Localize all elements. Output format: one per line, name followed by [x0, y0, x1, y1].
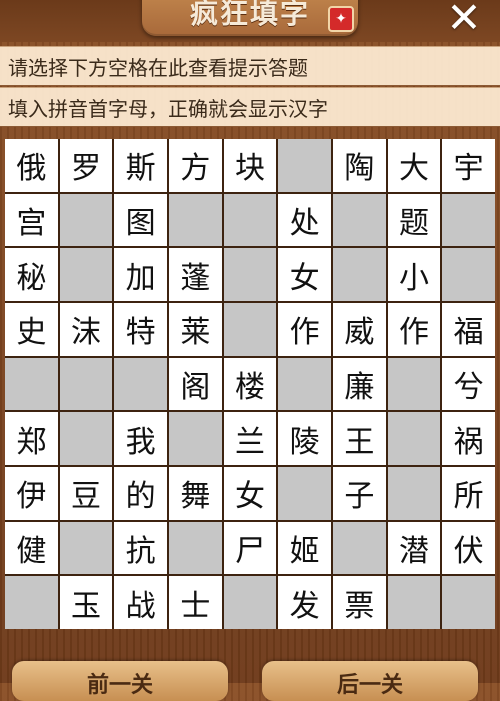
grid-cell[interactable]: 斯 [114, 139, 167, 192]
grid-cell-empty[interactable] [278, 357, 331, 411]
grid-cell-empty[interactable] [333, 521, 386, 575]
game-title: 疯狂填字 [189, 0, 310, 30]
next-level-label: 后一关 [336, 673, 403, 698]
grid-cell-empty[interactable] [169, 412, 222, 465]
grid-cell[interactable]: 女 [278, 248, 331, 301]
grid-cell-empty[interactable] [387, 412, 441, 465]
grid-cell[interactable]: 尸 [223, 521, 277, 575]
grid-cell-empty[interactable] [223, 193, 277, 247]
grid-cell[interactable]: 小 [387, 248, 441, 301]
grid-cell[interactable]: 姬 [278, 521, 331, 575]
grid-cell[interactable]: 廉 [333, 357, 386, 411]
grid-cell[interactable]: 战 [114, 576, 167, 629]
grid-cell[interactable]: 图 [114, 193, 167, 247]
grid-cell[interactable]: 阁 [169, 357, 222, 411]
grid-cell[interactable]: 块 [223, 139, 277, 192]
grid-cell[interactable]: 题 [387, 193, 441, 247]
grid-cell[interactable]: 健 [5, 521, 58, 575]
grid-cell[interactable]: 票 [333, 576, 386, 629]
grid-cell-empty[interactable] [387, 576, 441, 629]
grid-cell[interactable]: 王 [333, 412, 386, 465]
grid-cell[interactable]: 方 [169, 139, 222, 192]
grid-cell[interactable]: 沫 [59, 303, 113, 356]
grid-cell[interactable]: 伊 [5, 467, 58, 520]
grid-cell[interactable]: 宫 [5, 193, 58, 247]
title-plate: 疯狂填字 ✦ [142, 0, 358, 36]
grid-cell[interactable]: 舞 [169, 467, 222, 520]
grid-cell[interactable]: 兰 [223, 412, 277, 465]
grid-cell[interactable]: 郑 [5, 412, 58, 465]
grid-cell[interactable]: 我 [114, 412, 167, 465]
grid-cell-empty[interactable] [278, 467, 331, 520]
grid-cell-empty[interactable] [59, 357, 113, 411]
grid-cell[interactable]: 蓬 [169, 248, 222, 301]
hint-line-2: 填入拼音首字母，正确就会显示汉字 [0, 87, 500, 127]
grid-cell-empty[interactable] [442, 576, 495, 629]
grid-cell[interactable]: 陶 [333, 139, 386, 192]
grid-cell[interactable]: 玉 [59, 576, 113, 629]
grid-cell-empty[interactable] [333, 193, 386, 247]
close-button[interactable]: ✕ [440, 0, 488, 42]
grid-cell-empty[interactable] [114, 357, 167, 411]
grid-cell[interactable]: 加 [114, 248, 167, 301]
grid-cell[interactable]: 威 [333, 303, 386, 356]
grid-cell-empty[interactable] [387, 467, 441, 520]
prev-level-label: 前一关 [86, 673, 153, 698]
grid-cell[interactable]: 楼 [223, 357, 277, 411]
grid-cell-empty[interactable] [223, 248, 277, 301]
grid-cell[interactable]: 特 [114, 303, 167, 356]
grid-cell-empty[interactable] [59, 193, 113, 247]
grid-cell-empty[interactable] [278, 139, 331, 192]
grid-cell-empty[interactable] [59, 248, 113, 301]
grid-cell[interactable]: 伏 [442, 521, 495, 575]
grid-cell[interactable]: 士 [169, 576, 222, 629]
prev-level-button[interactable]: 前一关 [12, 661, 228, 701]
grid-cell-empty[interactable] [59, 521, 113, 575]
grid-cell[interactable]: 潜 [387, 521, 441, 575]
grid-cell[interactable]: 兮 [442, 357, 495, 411]
grid-cell-empty[interactable] [5, 357, 58, 411]
grid-cell[interactable]: 陵 [278, 412, 331, 465]
grid-cell-empty[interactable] [223, 303, 277, 356]
ribbon-icon: ✦ [328, 6, 354, 32]
grid-cell-empty[interactable] [5, 576, 58, 629]
grid-cell[interactable]: 的 [114, 467, 167, 520]
grid-cell-empty[interactable] [169, 193, 222, 247]
grid-cell[interactable]: 福 [442, 303, 495, 356]
close-icon: ✕ [446, 0, 482, 42]
grid-cell[interactable]: 作 [387, 303, 441, 356]
grid-cell[interactable]: 发 [278, 576, 331, 629]
grid-cell[interactable]: 大 [387, 139, 441, 192]
crossword-grid: 俄罗斯方块陶大宇宫图处题秘加蓬女小史沫特莱作威作福阁楼廉兮郑我兰陵王祸伊豆的舞女… [5, 139, 495, 629]
grid-cell[interactable]: 抗 [114, 521, 167, 575]
grid-cell[interactable]: 子 [333, 467, 386, 520]
grid-cell-empty[interactable] [333, 248, 386, 301]
grid-cell[interactable]: 处 [278, 193, 331, 247]
grid-cell[interactable]: 女 [223, 467, 277, 520]
grid-cell[interactable]: 俄 [5, 139, 58, 192]
grid-cell-empty[interactable] [442, 193, 495, 247]
hint-line-1: 请选择下方空格在此查看提示答题 [0, 46, 500, 86]
grid-cell[interactable]: 史 [5, 303, 58, 356]
grid-cell[interactable]: 秘 [5, 248, 58, 301]
grid-cell-empty[interactable] [59, 412, 113, 465]
grid-cell[interactable]: 宇 [442, 139, 495, 192]
grid-cell-empty[interactable] [387, 357, 441, 411]
grid-cell[interactable]: 豆 [59, 467, 113, 520]
grid-cell[interactable]: 罗 [59, 139, 113, 192]
grid-cell[interactable]: 莱 [169, 303, 222, 356]
grid-cell-empty[interactable] [169, 521, 222, 575]
next-level-button[interactable]: 后一关 [262, 661, 478, 701]
grid-cell[interactable]: 作 [278, 303, 331, 356]
grid-cell-empty[interactable] [442, 248, 495, 301]
grid-cell[interactable]: 祸 [442, 412, 495, 465]
grid-cell-empty[interactable] [223, 576, 277, 629]
grid-cell[interactable]: 所 [442, 467, 495, 520]
